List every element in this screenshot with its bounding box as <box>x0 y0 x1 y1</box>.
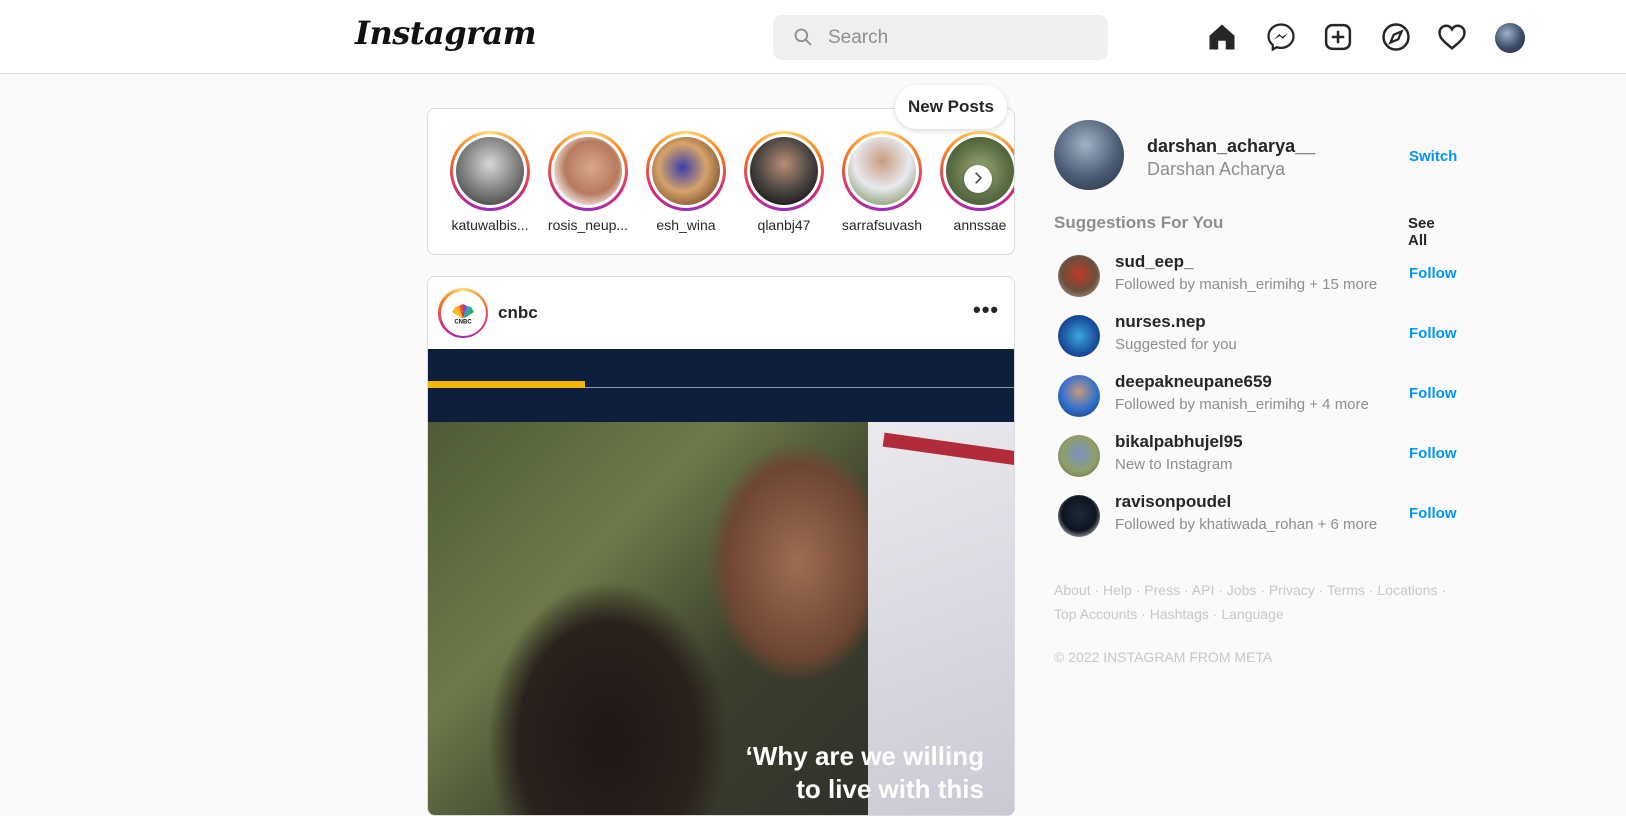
story-username: katuwalbis... <box>451 217 529 233</box>
suggestions-title: Suggestions For You <box>1054 213 1224 232</box>
story-item[interactable]: qlanbj47 <box>739 131 829 233</box>
follow-button[interactable]: Follow <box>1409 265 1457 282</box>
current-user-profile: darshan_acharya__ Darshan Acharya Switch <box>1054 120 1457 192</box>
footer-link[interactable]: Press <box>1144 582 1180 598</box>
post-username[interactable]: cnbc <box>498 303 538 323</box>
see-all-button[interactable]: See All <box>1408 215 1454 249</box>
stories-next-button[interactable] <box>964 165 992 193</box>
story-username: rosis_neup... <box>547 217 629 233</box>
feed-post: CNBC cnbc ••• ‘Why are we willing to liv… <box>427 276 1015 816</box>
story-item[interactable]: katuwalbis... <box>445 131 535 233</box>
svg-text:CNBC: CNBC <box>454 320 472 326</box>
story-username: qlanbj47 <box>757 217 811 233</box>
story-avatar <box>848 137 916 205</box>
story-avatar <box>750 137 818 205</box>
story-username: sarrafsuvash <box>841 217 923 233</box>
suggestion-detail: Followed by khatiwada_rohan + 6 more <box>1115 516 1378 533</box>
banner-divider <box>585 387 1014 388</box>
copyright-text: © 2022 INSTAGRAM FROM META <box>1054 649 1273 665</box>
caption-line: ‘Why are we willing <box>745 741 984 771</box>
chevron-right-icon <box>971 169 985 190</box>
suggestion-item: deepakneupane659 Followed by manish_erim… <box>1058 372 1457 418</box>
suggestion-item: bikalpabhujel95 New to Instagram Follow <box>1058 432 1457 478</box>
suggestion-detail: Suggested for you <box>1115 336 1237 353</box>
suggestion-username[interactable]: deepakneupane659 <box>1115 372 1272 392</box>
search-input[interactable]: Search <box>828 27 888 49</box>
suggestion-item: ravisonpoudel Followed by khatiwada_roha… <box>1058 492 1457 538</box>
post-header: CNBC cnbc ••• <box>428 277 1014 349</box>
footer-link[interactable]: Language <box>1221 606 1283 622</box>
footer-link[interactable]: Terms <box>1327 582 1365 598</box>
new-posts-button[interactable]: New Posts <box>895 85 1007 129</box>
suggestion-avatar[interactable] <box>1058 315 1100 357</box>
suggestion-username[interactable]: nurses.nep <box>1115 312 1206 332</box>
current-user-avatar[interactable] <box>1054 120 1124 190</box>
caption-line: to live with this <box>796 774 984 804</box>
story-item[interactable]: rosis_neup... <box>543 131 633 233</box>
search-icon <box>793 27 813 52</box>
story-avatar <box>456 137 524 205</box>
suggestion-username[interactable]: sud_eep_ <box>1115 252 1193 272</box>
follow-button[interactable]: Follow <box>1409 445 1457 462</box>
follow-button[interactable]: Follow <box>1409 385 1457 402</box>
cnbc-logo-icon: CNBC <box>451 304 475 326</box>
home-icon[interactable] <box>1207 22 1237 52</box>
suggestions-header: Suggestions For You See All <box>1054 213 1454 249</box>
suggestion-avatar[interactable] <box>1058 375 1100 417</box>
post-options-icon[interactable]: ••• <box>973 297 999 323</box>
suggestion-avatar[interactable] <box>1058 495 1100 537</box>
story-avatar <box>554 137 622 205</box>
switch-account-button[interactable]: Switch <box>1409 148 1457 165</box>
suggestion-username[interactable]: bikalpabhujel95 <box>1115 432 1243 452</box>
post-image[interactable]: ‘Why are we willing to live with this <box>428 422 1014 815</box>
post-media-banner <box>428 349 1014 422</box>
instagram-logo[interactable]: Instagram <box>355 14 537 52</box>
suggestion-detail: New to Instagram <box>1115 456 1233 473</box>
story-username: esh_wina <box>656 217 716 233</box>
current-username[interactable]: darshan_acharya__ <box>1147 136 1315 157</box>
suggestion-item: sud_eep_ Followed by manish_erimihg + 15… <box>1058 252 1457 298</box>
post-image-caption: ‘Why are we willing to live with this <box>746 740 984 806</box>
footer-link[interactable]: Locations <box>1378 582 1438 598</box>
footer-link[interactable]: Jobs <box>1227 582 1257 598</box>
suggestion-avatar[interactable] <box>1058 435 1100 477</box>
activity-heart-icon[interactable] <box>1437 22 1467 52</box>
footer-link[interactable]: About <box>1054 582 1091 598</box>
footer-link[interactable]: API <box>1192 582 1215 598</box>
suggestion-detail: Followed by manish_erimihg + 4 more <box>1115 396 1369 413</box>
suggestion-detail: Followed by manish_erimihg + 15 more <box>1115 276 1378 293</box>
footer-link[interactable]: Hashtags <box>1150 606 1209 622</box>
suggestion-avatar[interactable] <box>1058 255 1100 297</box>
banner-accent-bar <box>428 381 585 388</box>
stories-tray: katuwalbis... rosis_neup... esh_wina qla… <box>427 108 1015 255</box>
explore-icon[interactable] <box>1381 22 1411 52</box>
post-author-avatar[interactable]: CNBC <box>438 288 488 338</box>
follow-button[interactable]: Follow <box>1409 325 1457 342</box>
story-avatar <box>652 137 720 205</box>
messenger-icon[interactable] <box>1266 22 1296 52</box>
new-post-icon[interactable] <box>1323 22 1353 52</box>
profile-avatar[interactable] <box>1495 23 1525 53</box>
footer-link[interactable]: Help <box>1103 582 1132 598</box>
suggestion-username[interactable]: ravisonpoudel <box>1115 492 1231 512</box>
search-box[interactable]: Search <box>773 15 1108 60</box>
story-item[interactable]: sarrafsuvash <box>837 131 927 233</box>
footer-link[interactable]: Top Accounts <box>1054 606 1137 622</box>
follow-button[interactable]: Follow <box>1409 505 1457 522</box>
story-username: annssae <box>953 217 1007 233</box>
footer-link[interactable]: Privacy <box>1269 582 1315 598</box>
current-user-fullname: Darshan Acharya <box>1147 159 1286 179</box>
suggestion-item: nurses.nep Suggested for you Follow <box>1058 312 1457 358</box>
story-item[interactable]: esh_wina <box>641 131 731 233</box>
footer-links: About · Help · Press · API · Jobs · Priv… <box>1054 582 1447 622</box>
top-navigation-bar: Instagram Search <box>0 0 1626 74</box>
